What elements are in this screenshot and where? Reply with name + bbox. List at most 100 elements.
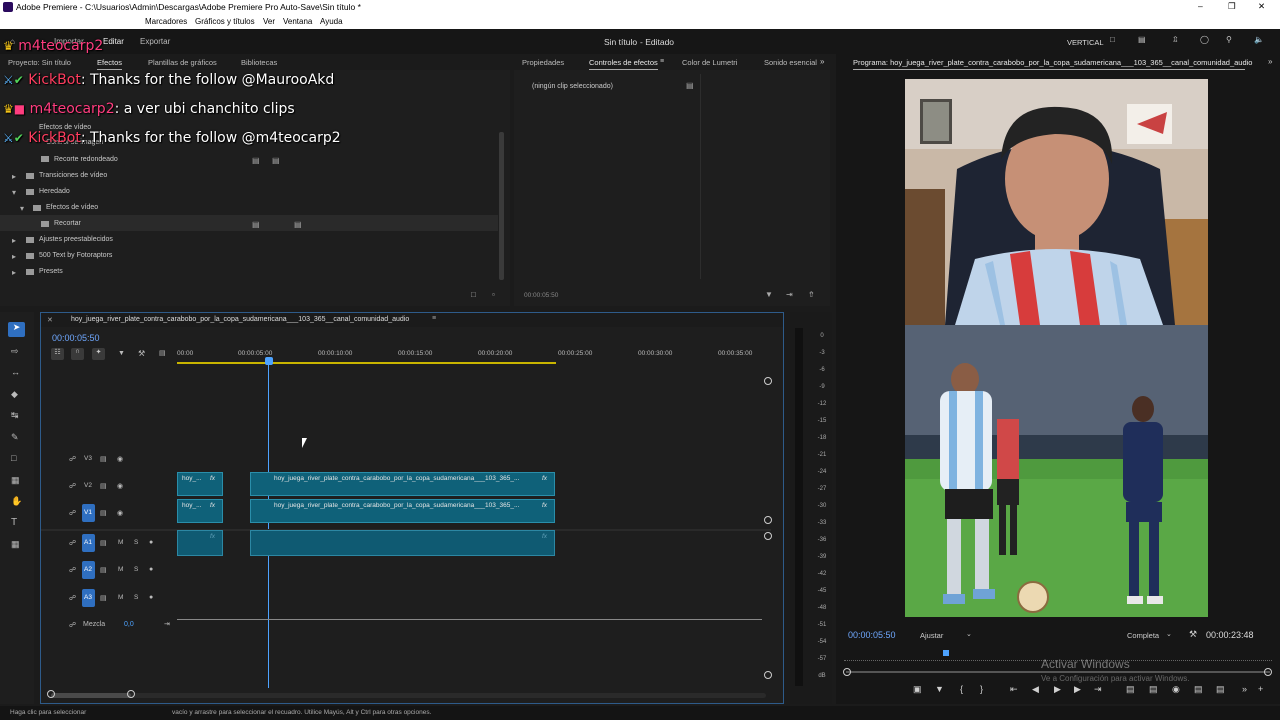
type-tool-icon[interactable]: T	[11, 517, 17, 528]
pen-tool-icon[interactable]: ✎	[11, 432, 19, 443]
new-folder-icon[interactable]: □	[471, 290, 476, 299]
sync-icon[interactable]: ▤	[100, 509, 107, 517]
eye-icon[interactable]: ◉	[117, 509, 123, 517]
extract-out-icon[interactable]: ▤	[1149, 684, 1158, 695]
tree-item-legacy[interactable]: Heredado	[39, 188, 70, 195]
fit-dropdown[interactable]: Ajustar	[920, 631, 943, 640]
sync-icon[interactable]: ▤	[100, 594, 107, 602]
clip-a1-short[interactable]: fx	[177, 530, 223, 556]
camera-icon[interactable]: ◉	[1172, 684, 1180, 695]
quality-dropdown[interactable]: Completa	[1127, 631, 1159, 640]
tree-item-legacy-video-effects[interactable]: Efectos de vídeo	[46, 204, 98, 211]
scroll-handle[interactable]	[764, 532, 772, 540]
tree-item-presets[interactable]: Ajustes preestablecidos	[39, 236, 113, 243]
add-marker-icon[interactable]: ▼	[118, 350, 125, 357]
tab-essential-sound[interactable]: Sonido esencial	[764, 58, 817, 67]
volume-icon[interactable]: 🔈	[1254, 35, 1264, 44]
clip-v2-main[interactable]: hoy_juega_river_plate_contra_carabobo_po…	[250, 472, 555, 496]
solo-button[interactable]: S	[134, 539, 138, 546]
menu-item-ver[interactable]: Ver	[263, 17, 275, 26]
menu-item-ventana[interactable]: Ventana	[283, 17, 312, 26]
lock-icon[interactable]: ☍	[69, 455, 76, 463]
zoom-handle-right[interactable]	[127, 690, 135, 698]
ripple-edit-tool-icon[interactable]: ↔	[11, 367, 20, 377]
chevron-down-icon[interactable]: ⌄	[1166, 630, 1172, 638]
program-playhead[interactable]	[943, 650, 949, 656]
program-video-frame[interactable]	[905, 79, 1208, 617]
more-icon[interactable]: »	[1242, 684, 1247, 694]
tree-item-presets-folder[interactable]: Presets	[39, 268, 63, 275]
track-label-a3[interactable]: A3	[84, 594, 92, 601]
mark-out-icon[interactable]: }	[980, 684, 983, 694]
extract-icon[interactable]: ▣	[913, 684, 922, 695]
lock-icon[interactable]: ☍	[69, 509, 76, 517]
play-icon[interactable]: ▶	[1054, 684, 1061, 695]
panel-icon[interactable]: ▤	[1138, 35, 1146, 44]
track-label-a1[interactable]: A1	[84, 539, 92, 546]
search-icon[interactable]: ⚲	[1226, 35, 1232, 44]
solo-button[interactable]: S	[134, 566, 138, 573]
mix-value[interactable]: 0,0	[124, 621, 134, 628]
scroll-handle[interactable]	[764, 377, 772, 385]
timeline-zoom-bar[interactable]	[51, 693, 766, 698]
compare-icon[interactable]: ▤	[1194, 684, 1203, 695]
lock-icon[interactable]: ☍	[69, 539, 76, 547]
trash-icon[interactable]: ▫	[492, 290, 495, 299]
project-scrollbar[interactable]	[499, 132, 504, 280]
menu-icon[interactable]: ≡	[660, 58, 664, 65]
timeline-zoom-thumb[interactable]	[51, 693, 131, 698]
wrench-icon[interactable]: ⚒	[1189, 629, 1197, 640]
lock-icon[interactable]: ☍	[69, 621, 76, 629]
clip-a1-main[interactable]: fx	[250, 530, 555, 556]
chevron-down-icon[interactable]: ▾	[20, 204, 24, 213]
close-sequence-icon[interactable]: ✕	[47, 316, 53, 324]
go-to-out-icon[interactable]: ⇥	[1094, 684, 1102, 695]
track-label-v3[interactable]: V3	[84, 455, 92, 462]
play-only-audio-icon[interactable]: ⇥	[786, 290, 793, 299]
tab-effect-controls[interactable]: Controles de efectos	[589, 58, 658, 70]
lock-icon[interactable]: ☍	[69, 482, 76, 490]
menu-item-graficos[interactable]: Gráficos y títulos	[195, 17, 255, 26]
crop-tool-icon[interactable]: ▦	[11, 475, 20, 486]
sync-icon[interactable]: ▤	[100, 482, 107, 490]
mute-button[interactable]: M	[118, 594, 123, 601]
hand-tool-icon[interactable]: ✋	[11, 496, 22, 507]
tree-item-rounded-crop[interactable]: Recorte redondeado	[54, 156, 118, 163]
zoom-handle-right[interactable]	[1264, 668, 1272, 676]
snap-icon[interactable]: ∩	[71, 348, 84, 360]
track-label-a2[interactable]: A2	[84, 566, 92, 573]
tree-item-500-text[interactable]: 500 Text by Fotoraptors	[39, 252, 112, 259]
clip-v1-main[interactable]: hoy_juega_river_plate_contra_carabobo_po…	[250, 499, 555, 523]
menu-icon[interactable]: ≡	[432, 315, 436, 322]
sync-icon[interactable]: ▤	[100, 539, 107, 547]
progress-icon[interactable]: ◯	[1200, 35, 1209, 44]
chevron-down-icon[interactable]: ⌄	[966, 630, 972, 638]
chevron-right-icon[interactable]: ▸	[12, 268, 16, 277]
mute-button[interactable]: M	[118, 539, 123, 546]
scroll-handle[interactable]	[764, 516, 772, 524]
track-select-tool-icon[interactable]: ⇨	[11, 346, 19, 357]
step-back-icon[interactable]: ◀	[1032, 684, 1039, 695]
clip-v2-short[interactable]: hoy_... fx	[177, 472, 223, 496]
chevron-down-icon[interactable]: ▾	[12, 188, 16, 197]
program-timecode[interactable]: 00:00:05:50	[848, 630, 896, 640]
settings-wrench-icon[interactable]: ⚒	[138, 349, 145, 358]
chevron-right-icon[interactable]: ▸	[12, 172, 16, 181]
expand-panels-icon[interactable]: »	[1268, 57, 1272, 66]
zoom-handle-left[interactable]	[47, 690, 55, 698]
step-forward-icon[interactable]: ▶	[1074, 684, 1081, 695]
rectangle-tool-icon[interactable]: □	[11, 453, 16, 463]
solo-button[interactable]: S	[134, 594, 138, 601]
captions-icon[interactable]: ▤	[159, 349, 166, 357]
clip-v1-short[interactable]: hoy_... fx	[177, 499, 223, 523]
add-button-icon[interactable]: +	[1258, 684, 1263, 694]
work-area-bar[interactable]	[177, 362, 556, 364]
maximize-button[interactable]: ❐	[1228, 1, 1236, 12]
export-frame-icon[interactable]: ⇮	[808, 290, 815, 299]
track-label-v1[interactable]: V1	[84, 509, 92, 516]
mute-button[interactable]: M	[118, 566, 123, 573]
eye-icon[interactable]: ◉	[117, 455, 123, 463]
frame-icon[interactable]: □	[1110, 35, 1115, 44]
timeline-timecode[interactable]: 00:00:05:50	[52, 333, 100, 343]
timeline-playhead-line[interactable]	[268, 363, 269, 688]
